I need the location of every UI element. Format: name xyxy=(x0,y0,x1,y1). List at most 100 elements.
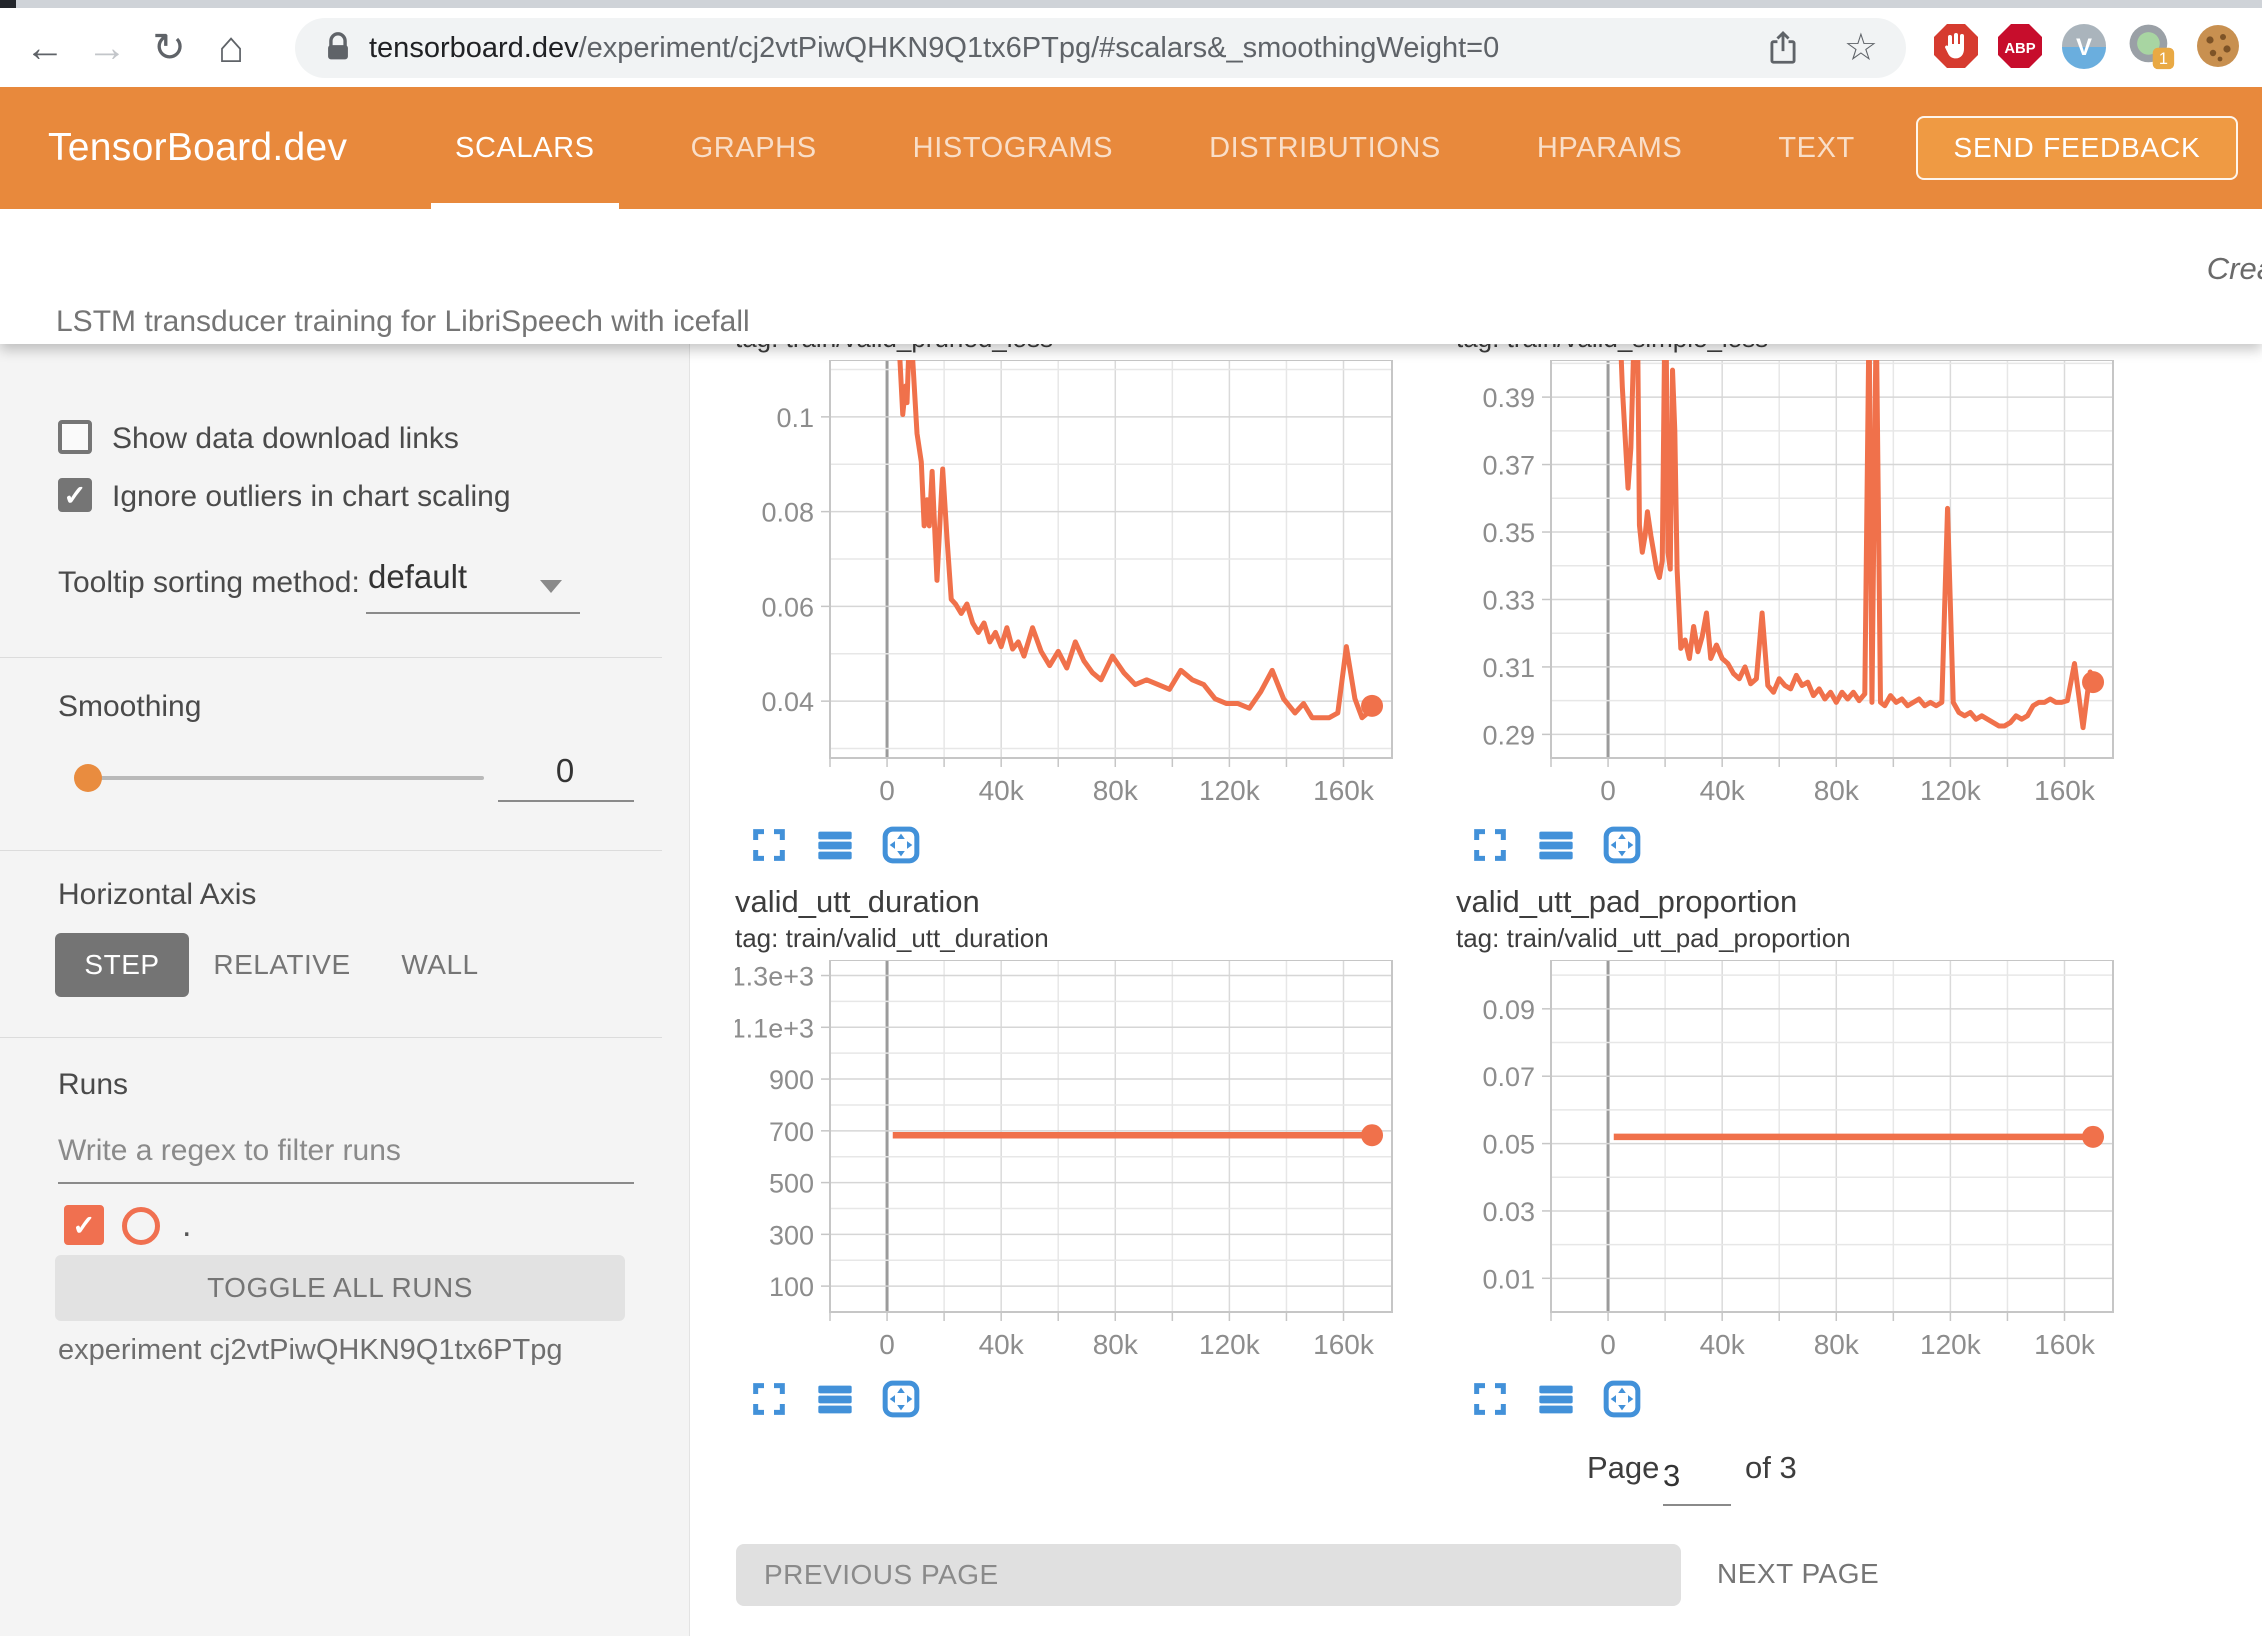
ignore-outliers-checkbox[interactable]: ✓ xyxy=(58,478,92,512)
svg-text:0.35: 0.35 xyxy=(1482,518,1535,548)
svg-text:0.1: 0.1 xyxy=(776,403,814,433)
adblock-plus-icon[interactable]: ABP xyxy=(1996,22,2044,70)
toggle-all-runs-button[interactable]: TOGGLE ALL RUNS xyxy=(55,1255,625,1321)
tab-text[interactable]: TEXT xyxy=(1754,87,1879,209)
smoothing-input-underline xyxy=(498,800,634,802)
svg-text:120k: 120k xyxy=(1920,1329,1982,1360)
svg-text:0.06: 0.06 xyxy=(761,592,814,622)
runs-filter-input[interactable] xyxy=(58,1134,634,1168)
data-download-button[interactable] xyxy=(815,1379,855,1419)
axis-wall-button[interactable]: WALL xyxy=(390,933,490,997)
sidebar-divider xyxy=(0,850,662,851)
tab-histograms[interactable]: HISTOGRAMS xyxy=(889,87,1137,209)
runs-filter-underline xyxy=(58,1182,634,1184)
data-download-button[interactable] xyxy=(1536,1379,1576,1419)
runs-label: Runs xyxy=(58,1068,128,1102)
lock-icon xyxy=(321,31,355,65)
reload-button[interactable]: ↻ xyxy=(138,28,200,68)
line-chart[interactable]: 040k80k120k160k0.290.310.330.350.370.39 xyxy=(1456,360,2126,815)
chart-title: valid_utt_pad_proportion xyxy=(1456,882,2126,922)
send-feedback-button[interactable]: SEND FEEDBACK xyxy=(1916,116,2238,180)
home-icon: ⌂ xyxy=(218,23,245,72)
line-chart[interactable]: 040k80k120k160k0.010.030.050.070.09 xyxy=(1456,960,2126,1369)
svg-text:ABP: ABP xyxy=(2004,41,2035,57)
smoothing-slider-track[interactable] xyxy=(80,776,484,780)
tooltip-sorting-select[interactable]: default xyxy=(368,558,467,596)
tab-hparams[interactable]: HPARAMS xyxy=(1513,87,1706,209)
experiment-subheader: Crea LSTM transducer training for LibriS… xyxy=(0,209,2262,344)
fullscreen-button[interactable] xyxy=(749,825,789,865)
next-page-button[interactable]: NEXT PAGE xyxy=(1717,1558,1879,1590)
previous-page-button[interactable]: PREVIOUS PAGE xyxy=(736,1544,1681,1606)
smoothing-slider-thumb[interactable] xyxy=(74,764,102,792)
line-chart[interactable]: 040k80k120k160k0.040.060.080.1 xyxy=(735,360,1405,815)
fullscreen-icon xyxy=(749,1407,789,1422)
share-icon[interactable] xyxy=(1764,29,1802,67)
experiment-description: LSTM transducer training for LibriSpeech… xyxy=(56,305,750,339)
fullscreen-button[interactable] xyxy=(1470,1379,1510,1419)
axis-step-button[interactable]: STEP xyxy=(55,933,189,997)
data-download-icon xyxy=(1536,1407,1576,1422)
svg-text:80k: 80k xyxy=(1814,775,1860,806)
svg-text:80k: 80k xyxy=(1814,1329,1860,1360)
tab-scalars[interactable]: SCALARS xyxy=(431,87,619,209)
back-arrow-icon: ← xyxy=(25,26,65,70)
forward-button[interactable]: → xyxy=(76,28,138,68)
address-bar[interactable]: tensorboard.dev/experiment/cj2vtPiwQHKN9… xyxy=(295,18,1906,78)
fit-domain-icon xyxy=(881,853,921,868)
vimium-icon[interactable]: V xyxy=(2060,22,2108,70)
fit-domain-button[interactable] xyxy=(881,1379,921,1419)
ignore-outliers-label: Ignore outliers in chart scaling xyxy=(112,480,511,514)
show-download-links-label: Show data download links xyxy=(112,422,459,456)
cookie-icon[interactable] xyxy=(2194,22,2242,70)
back-button[interactable]: ← xyxy=(14,28,76,68)
content-blocker-icon[interactable] xyxy=(1932,22,1980,70)
run-checkbox[interactable]: ✓ xyxy=(64,1205,104,1245)
chart-title: valid_utt_duration xyxy=(735,882,1405,922)
svg-text:1: 1 xyxy=(2159,50,2168,68)
url-path: /experiment/cj2vtPiwQHKN9Q1tx6PTpg/#scal… xyxy=(579,32,1500,64)
svg-text:40k: 40k xyxy=(979,775,1025,806)
axis-relative-button[interactable]: RELATIVE xyxy=(212,933,352,997)
chart-actions xyxy=(1470,1379,2126,1419)
run-color-ring-icon[interactable] xyxy=(122,1207,160,1245)
url-text[interactable]: tensorboard.dev/experiment/cj2vtPiwQHKN9… xyxy=(369,32,1499,65)
smoothing-value-input[interactable] xyxy=(500,752,630,790)
fullscreen-icon xyxy=(1470,853,1510,868)
run-name: . xyxy=(182,1206,191,1245)
svg-text:0.08: 0.08 xyxy=(761,498,814,528)
profile-avatar-icon[interactable]: 1 xyxy=(2124,22,2178,70)
chart-tag: tag: train/valid_utt_pad_proportion xyxy=(1456,922,2126,954)
sidebar-divider xyxy=(0,1037,662,1038)
tooltip-select-underline xyxy=(366,612,580,614)
app-header: TensorBoard.dev SCALARS GRAPHS HISTOGRAM… xyxy=(0,87,2262,209)
active-tab-edge xyxy=(0,0,16,8)
home-button[interactable]: ⌂ xyxy=(200,26,262,70)
svg-text:160k: 160k xyxy=(1313,775,1375,806)
data-download-button[interactable] xyxy=(815,825,855,865)
data-download-icon xyxy=(1536,853,1576,868)
dropdown-caret-icon xyxy=(540,580,562,593)
fullscreen-button[interactable] xyxy=(1470,825,1510,865)
svg-text:160k: 160k xyxy=(2034,775,2096,806)
svg-text:0.09: 0.09 xyxy=(1482,995,1535,1025)
tab-graphs[interactable]: GRAPHS xyxy=(667,87,841,209)
fullscreen-button[interactable] xyxy=(749,1379,789,1419)
fit-domain-button[interactable] xyxy=(881,825,921,865)
show-download-links-checkbox[interactable] xyxy=(58,420,92,454)
fit-domain-button[interactable] xyxy=(1602,825,1642,865)
page-number-input[interactable] xyxy=(1663,1458,1731,1494)
tab-distributions[interactable]: DISTRIBUTIONS xyxy=(1185,87,1465,209)
svg-text:120k: 120k xyxy=(1199,775,1261,806)
data-download-button[interactable] xyxy=(1536,825,1576,865)
bookmark-star-icon[interactable]: ☆ xyxy=(1844,29,1878,67)
url-domain: tensorboard.dev xyxy=(369,32,579,64)
line-chart[interactable]: 040k80k120k160k1003005007009001.1e+31.3e… xyxy=(735,960,1405,1369)
fit-domain-icon xyxy=(1602,853,1642,868)
svg-text:80k: 80k xyxy=(1093,775,1139,806)
svg-text:500: 500 xyxy=(769,1169,814,1199)
fit-domain-button[interactable] xyxy=(1602,1379,1642,1419)
svg-text:1.1e+3: 1.1e+3 xyxy=(735,1013,814,1043)
nav-tabs: SCALARS GRAPHS HISTOGRAMS DISTRIBUTIONS … xyxy=(431,87,1879,209)
svg-text:120k: 120k xyxy=(1199,1329,1261,1360)
